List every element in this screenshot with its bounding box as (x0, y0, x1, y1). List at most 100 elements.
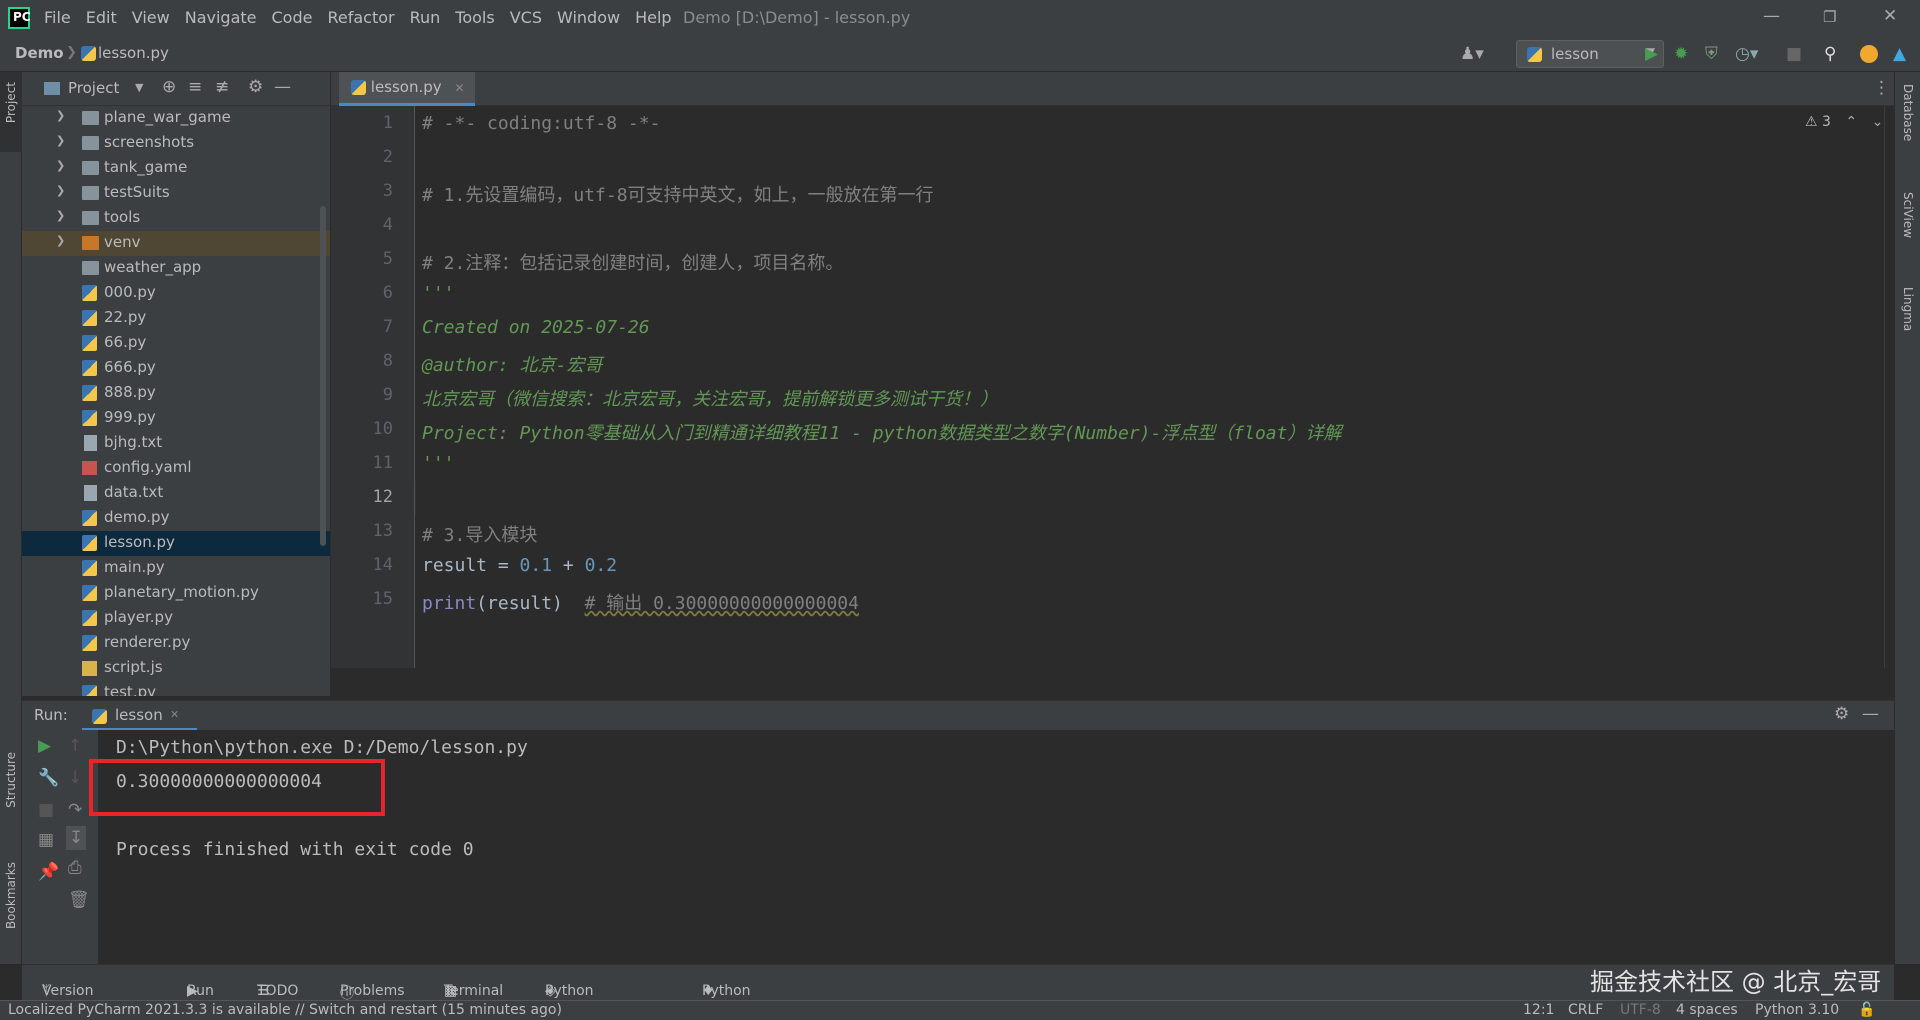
coverage-icon[interactable]: ⛨ (1705, 44, 1718, 64)
hide-panel-icon[interactable]: — (274, 77, 291, 97)
menu-navigate[interactable]: Navigate (185, 8, 257, 27)
close-icon[interactable]: ✕ (1883, 6, 1897, 26)
tree-item[interactable]: 000.py (22, 281, 330, 306)
arrow-down-icon[interactable]: ↓ (68, 768, 82, 788)
tree-item[interactable]: data.txt (22, 481, 330, 506)
lock-icon[interactable]: 🔓 (1858, 1002, 1875, 1018)
tree-item[interactable]: 999.py (22, 406, 330, 431)
structure-tool-tab[interactable]: Structure (4, 752, 18, 808)
project-panel-title[interactable]: Project (68, 79, 119, 97)
tree-item[interactable]: lesson.py (22, 531, 330, 556)
tree-item[interactable]: bjhg.txt (22, 431, 330, 456)
menu-edit[interactable]: Edit (86, 8, 117, 27)
chevron-right-icon[interactable]: ❯ (56, 134, 65, 147)
scroll-to-end-icon[interactable]: ↧ (66, 826, 87, 850)
run-icon[interactable]: ▶ (1645, 44, 1658, 64)
menu-bar: PC File Edit View Navigate Code Refactor… (0, 0, 1920, 36)
gear-icon[interactable]: ⚙ (248, 77, 263, 97)
breadcrumb-file[interactable]: lesson.py (98, 44, 169, 62)
tree-item[interactable]: 66.py (22, 331, 330, 356)
chevron-right-icon[interactable]: ❯ (56, 209, 65, 222)
chevron-down-icon[interactable]: ▼ (135, 81, 143, 94)
tree-item[interactable]: ❯ venv (22, 231, 330, 256)
project-scrollbar[interactable] (320, 206, 326, 546)
tree-item[interactable]: config.yaml (22, 456, 330, 481)
status-indent[interactable]: 4 spaces (1676, 1002, 1738, 1018)
breadcrumb-project[interactable]: Demo (15, 44, 64, 62)
run-configuration-select[interactable]: lesson ▼ (1516, 40, 1664, 68)
menu-file[interactable]: File (44, 8, 71, 27)
tab-lesson-py[interactable]: lesson.py ✕ (339, 72, 475, 106)
tree-item[interactable]: 888.py (22, 381, 330, 406)
debug-icon[interactable]: ✹ (1674, 44, 1688, 64)
chevron-right-icon[interactable]: ❯ (56, 159, 65, 172)
close-tab-icon[interactable]: ✕ (454, 81, 464, 95)
lingma-tool-tab[interactable]: Lingma (1901, 287, 1915, 331)
status-line-separator[interactable]: CRLF (1568, 1002, 1603, 1018)
tree-item[interactable]: ❯ screenshots (22, 131, 330, 156)
tree-item[interactable]: ❯ tools (22, 206, 330, 231)
tree-item[interactable]: test.py (22, 681, 330, 696)
chevron-right-icon[interactable]: ❯ (56, 109, 65, 122)
print-icon[interactable]: ⎙ (68, 858, 82, 878)
collapse-all-icon[interactable]: ≢ (215, 77, 229, 97)
layout-icon[interactable]: ▦ (38, 830, 54, 850)
menu-refactor[interactable]: Refactor (327, 8, 394, 27)
more-options-icon[interactable]: ⋮ (1873, 78, 1890, 98)
wrench-icon[interactable]: 🔧 (38, 768, 59, 788)
chevron-right-icon[interactable]: ❯ (56, 184, 65, 197)
status-caret-position[interactable]: 12:1 (1523, 1002, 1554, 1018)
tree-item[interactable]: weather_app (22, 256, 330, 281)
tree-item[interactable]: 22.py (22, 306, 330, 331)
user-icon[interactable]: ♟▾ (1460, 44, 1484, 64)
stop-icon[interactable]: ■ (1786, 44, 1802, 64)
tree-item[interactable]: demo.py (22, 506, 330, 531)
close-tab-icon[interactable]: ✕ (170, 708, 179, 721)
chevron-up-icon[interactable]: ⌃ (1845, 114, 1857, 130)
project-tool-tab[interactable]: Project (4, 82, 18, 123)
tree-item[interactable]: ❯ testSuits (22, 181, 330, 206)
trash-icon[interactable]: 🗑 (68, 890, 90, 910)
update-icon[interactable] (1860, 45, 1878, 63)
restore-icon[interactable]: ❐ (1823, 8, 1836, 26)
expand-all-icon[interactable]: ≡ (188, 77, 202, 97)
soft-wrap-icon[interactable]: ↷ (68, 800, 82, 820)
tree-item[interactable]: ❯ plane_war_game (22, 106, 330, 131)
status-encoding[interactable]: UTF-8 (1620, 1002, 1661, 1018)
search-icon[interactable]: ⚲ (1824, 44, 1836, 64)
tree-item[interactable]: script.js (22, 656, 330, 681)
tree-item[interactable]: planetary_motion.py (22, 581, 330, 606)
inspection-widget[interactable]: ⚠ 3 ⌃ ⌄ (1805, 114, 1883, 130)
menu-vcs[interactable]: VCS (510, 8, 542, 27)
tree-item[interactable]: player.py (22, 606, 330, 631)
tree-item[interactable]: 666.py (22, 356, 330, 381)
menu-code[interactable]: Code (272, 8, 313, 27)
arrow-up-icon[interactable]: ↑ (68, 736, 82, 756)
menu-view[interactable]: View (132, 8, 170, 27)
run-tab-label[interactable]: lesson (115, 706, 163, 724)
tree-item[interactable]: main.py (22, 556, 330, 581)
pin-icon[interactable]: 📌 (38, 862, 59, 882)
editor-scrollbar[interactable] (1881, 226, 1889, 676)
rerun-icon[interactable]: ▶ (38, 736, 51, 756)
database-tool-tab[interactable]: Database (1901, 84, 1915, 141)
plugin-icon[interactable]: ▲ (1893, 44, 1906, 64)
hide-panel-icon[interactable]: — (1862, 704, 1879, 724)
stop-icon[interactable]: ■ (38, 800, 54, 820)
sciview-tool-tab[interactable]: SciView (1901, 192, 1915, 238)
locate-icon[interactable]: ⊕ (162, 77, 176, 97)
tree-item[interactable]: renderer.py (22, 631, 330, 656)
chevron-down-icon[interactable]: ⌄ (1872, 114, 1884, 130)
minimize-icon[interactable]: — (1763, 6, 1780, 26)
bookmarks-tool-tab[interactable]: Bookmarks (4, 862, 18, 929)
status-interpreter[interactable]: Python 3.10 (1755, 1002, 1839, 1018)
profile-icon[interactable]: ◷▾ (1735, 44, 1758, 64)
menu-help[interactable]: Help (635, 8, 671, 27)
menu-window[interactable]: Window (557, 8, 620, 27)
menu-run[interactable]: Run (410, 8, 441, 27)
status-message[interactable]: Localized PyCharm 2021.3.3 is available … (8, 1002, 562, 1018)
chevron-right-icon[interactable]: ❯ (56, 234, 65, 247)
menu-tools[interactable]: Tools (455, 8, 494, 27)
tree-item[interactable]: ❯ tank_game (22, 156, 330, 181)
gear-icon[interactable]: ⚙ (1834, 704, 1849, 724)
